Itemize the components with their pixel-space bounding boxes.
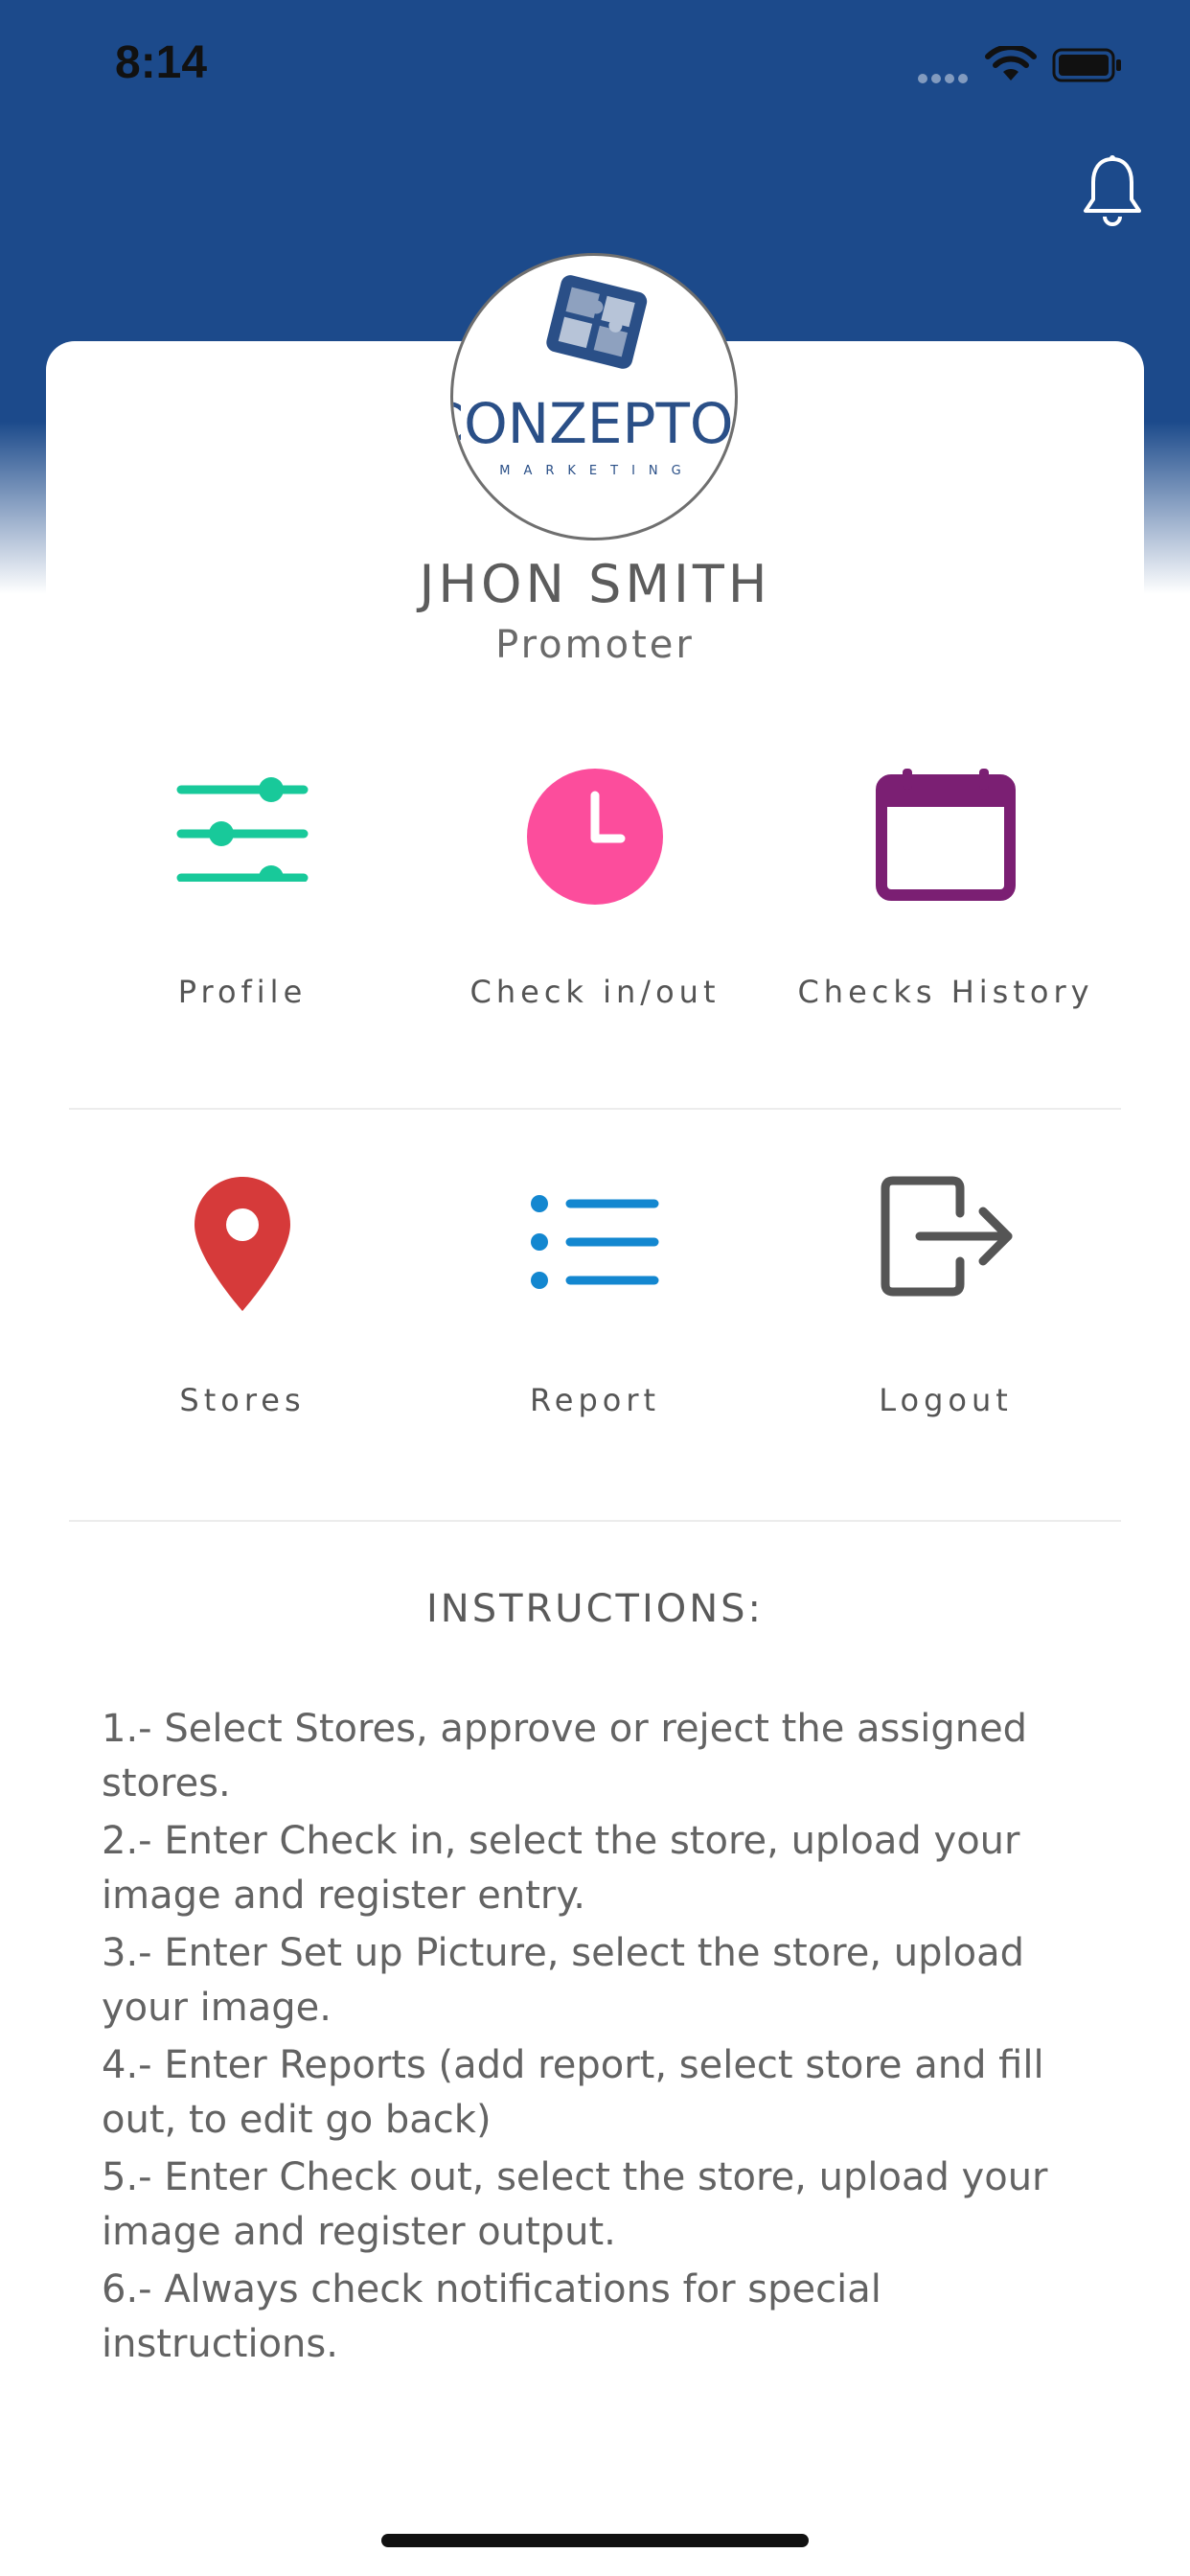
instruction-item: 5.- Enter Check out, select the store, u… bbox=[102, 2155, 1048, 2254]
notification-bell-icon[interactable] bbox=[1081, 153, 1144, 230]
menu-item-checks-history[interactable]: Checks History bbox=[770, 767, 1121, 1010]
menu-item-label: Logout bbox=[879, 1382, 1013, 1418]
battery-icon bbox=[1052, 48, 1121, 82]
instruction-item: 6.- Always check notifications for speci… bbox=[102, 2267, 881, 2366]
menu-item-label: Report bbox=[529, 1382, 661, 1418]
logout-icon bbox=[881, 1176, 1013, 1297]
menu-item-stores[interactable]: Stores bbox=[67, 1175, 418, 1418]
status-bar: 8:14 bbox=[0, 0, 1190, 134]
instructions-list: 1.- Select Stores, approve or reject the… bbox=[102, 1702, 1117, 2375]
profile-avatar: CONZEPTOS MARKETING bbox=[450, 253, 738, 540]
instructions-title: INSTRUCTIONS: bbox=[425, 1587, 765, 1631]
instruction-item: 2.- Enter Check in, select the store, up… bbox=[102, 1819, 1020, 1918]
user-role: Promoter bbox=[495, 623, 695, 667]
menu-item-label: Check in/out bbox=[469, 974, 721, 1010]
wifi-icon bbox=[985, 46, 1037, 80]
location-pin-icon bbox=[195, 1177, 290, 1311]
menu-item-report[interactable]: Report bbox=[420, 1175, 770, 1418]
menu-item-label: Stores bbox=[179, 1382, 306, 1418]
menu-item-check-in-out[interactable]: Check in/out bbox=[420, 767, 770, 1010]
instruction-item: 4.- Enter Reports (add report, select st… bbox=[102, 2043, 1044, 2142]
instruction-item: 3.- Enter Set up Picture, select the sto… bbox=[102, 1931, 1024, 2030]
home-indicator[interactable] bbox=[381, 2534, 809, 2547]
menu-item-logout[interactable]: Logout bbox=[770, 1175, 1121, 1418]
menu-item-profile[interactable]: Profile bbox=[67, 767, 418, 1010]
menu-item-label: Checks History bbox=[797, 974, 1094, 1010]
cellular-signal-icon bbox=[918, 69, 972, 87]
user-name: JHON SMITH bbox=[419, 554, 771, 614]
instruction-item: 1.- Select Stores, approve or reject the… bbox=[102, 1707, 1028, 1806]
logo-subtext: MARKETING bbox=[499, 464, 694, 478]
clock-icon bbox=[527, 769, 663, 905]
logo-text: CONZEPTOS bbox=[453, 391, 738, 456]
company-logo: CONZEPTOS MARKETING bbox=[453, 275, 738, 478]
sliders-icon bbox=[176, 777, 309, 882]
menu-divider bbox=[69, 1108, 1121, 1110]
list-icon bbox=[531, 1195, 659, 1289]
status-time: 8:14 bbox=[115, 37, 208, 88]
calendar-icon bbox=[876, 769, 1016, 901]
menu-divider bbox=[69, 1520, 1121, 1522]
menu-item-label: Profile bbox=[177, 974, 308, 1010]
